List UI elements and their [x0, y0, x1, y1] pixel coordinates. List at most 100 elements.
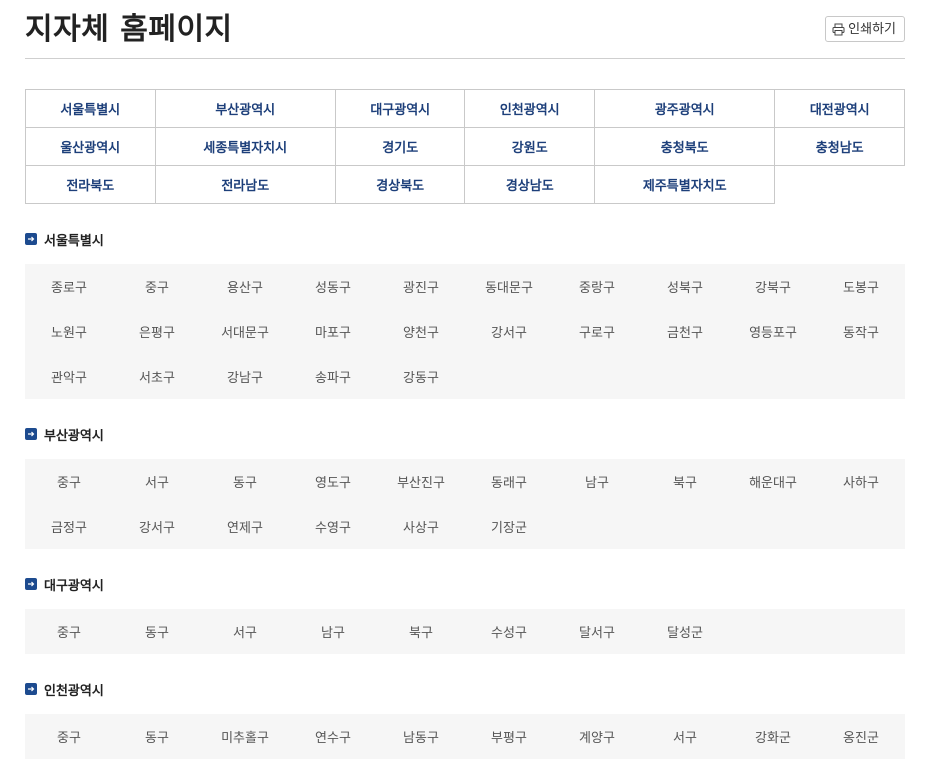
region-cell[interactable]: 세종특별자치시 — [154, 127, 336, 166]
district-link[interactable]: 용산구 — [201, 277, 289, 296]
district-link[interactable]: 강북구 — [729, 277, 817, 296]
district-link[interactable]: 금천구 — [641, 322, 729, 341]
district-link[interactable]: 동래구 — [465, 472, 553, 491]
region-cell[interactable]: 울산광역시 — [25, 127, 156, 166]
region-link-chungbuk[interactable]: 충청북도 — [661, 141, 709, 156]
region-link-chungnam[interactable]: 충청남도 — [816, 141, 864, 156]
region-link-jeonbuk[interactable]: 전라북도 — [66, 179, 114, 194]
district-link[interactable]: 영도구 — [289, 472, 377, 491]
district-link[interactable]: 금정구 — [25, 517, 113, 536]
district-link[interactable]: 사하구 — [817, 472, 905, 491]
district-link[interactable]: 영등포구 — [729, 322, 817, 341]
district-link[interactable]: 서구 — [201, 622, 289, 641]
region-cell[interactable]: 강원도 — [464, 127, 595, 166]
district-row: 종로구 중구 용산구 성동구 광진구 동대문구 중랑구 성북구 강북구 도봉구 — [25, 264, 905, 309]
district-link[interactable]: 관악구 — [25, 367, 113, 386]
region-cell[interactable]: 경기도 — [334, 127, 466, 166]
region-link-ulsan[interactable]: 울산광역시 — [60, 141, 120, 156]
district-link[interactable]: 수성구 — [465, 622, 553, 641]
region-cell[interactable]: 대전광역시 — [774, 89, 905, 128]
district-link[interactable]: 동작구 — [817, 322, 905, 341]
district-link[interactable]: 마포구 — [289, 322, 377, 341]
print-button[interactable]: 인쇄하기 — [825, 16, 905, 42]
district-link[interactable]: 해운대구 — [729, 472, 817, 491]
region-cell[interactable]: 광주광역시 — [593, 89, 776, 128]
district-link[interactable]: 북구 — [641, 472, 729, 491]
district-link[interactable]: 서대문구 — [201, 322, 289, 341]
region-cell[interactable]: 경상남도 — [464, 165, 595, 204]
district-link[interactable]: 수영구 — [289, 517, 377, 536]
district-link[interactable]: 동대문구 — [465, 277, 553, 296]
district-link[interactable]: 남동구 — [377, 727, 465, 746]
region-cell[interactable]: 대구광역시 — [334, 89, 466, 128]
district-link[interactable]: 미추홀구 — [201, 727, 289, 746]
district-row: 관악구 서초구 강남구 송파구 강동구 — [25, 354, 905, 399]
district-link[interactable]: 부산진구 — [377, 472, 465, 491]
district-box-busan: 중구 서구 동구 영도구 부산진구 동래구 남구 북구 해운대구 사하구 금정구… — [25, 459, 905, 549]
district-link[interactable]: 중구 — [25, 622, 113, 641]
region-link-seoul[interactable]: 서울특별시 — [60, 103, 120, 118]
region-cell[interactable]: 충청북도 — [593, 127, 776, 166]
region-cell[interactable]: 제주특별자치도 — [593, 165, 776, 204]
region-link-gyeonggi[interactable]: 경기도 — [382, 141, 418, 156]
district-link[interactable]: 성북구 — [641, 277, 729, 296]
district-link[interactable]: 부평구 — [465, 727, 553, 746]
region-cell[interactable]: 충청남도 — [774, 127, 905, 166]
district-link[interactable]: 남구 — [289, 622, 377, 641]
district-link[interactable]: 북구 — [377, 622, 465, 641]
region-link-gyeongbuk[interactable]: 경상북도 — [376, 179, 424, 194]
district-link[interactable]: 강남구 — [201, 367, 289, 386]
district-link[interactable]: 서초구 — [113, 367, 201, 386]
district-link[interactable]: 기장군 — [465, 517, 553, 536]
district-link[interactable]: 성동구 — [289, 277, 377, 296]
region-link-daejeon[interactable]: 대전광역시 — [810, 103, 870, 118]
region-cell[interactable]: 전라남도 — [154, 165, 336, 204]
region-link-jeonnam[interactable]: 전라남도 — [221, 179, 269, 194]
arrow-right-icon — [25, 683, 37, 695]
district-link[interactable]: 양천구 — [377, 322, 465, 341]
district-link[interactable]: 중구 — [25, 727, 113, 746]
district-link[interactable]: 달성군 — [641, 622, 729, 641]
region-cell[interactable]: 부산광역시 — [154, 89, 336, 128]
region-link-sejong[interactable]: 세종특별자치시 — [203, 141, 287, 156]
district-link[interactable]: 옹진군 — [817, 727, 905, 746]
region-link-gyeongnam[interactable]: 경상남도 — [506, 179, 554, 194]
district-link[interactable]: 중구 — [25, 472, 113, 491]
region-link-jeju[interactable]: 제주특별자치도 — [643, 179, 727, 194]
district-link[interactable]: 동구 — [201, 472, 289, 491]
district-link[interactable]: 은평구 — [113, 322, 201, 341]
district-link[interactable]: 강서구 — [465, 322, 553, 341]
district-link[interactable]: 서구 — [641, 727, 729, 746]
district-link[interactable]: 연수구 — [289, 727, 377, 746]
arrow-right-icon — [25, 428, 37, 440]
district-link[interactable]: 동구 — [113, 622, 201, 641]
region-link-gwangju[interactable]: 광주광역시 — [655, 103, 715, 118]
district-link[interactable]: 달서구 — [553, 622, 641, 641]
district-link[interactable]: 강동구 — [377, 367, 465, 386]
district-link[interactable]: 중랑구 — [553, 277, 641, 296]
region-cell[interactable]: 인천광역시 — [464, 89, 595, 128]
region-link-gangwon[interactable]: 강원도 — [512, 141, 548, 156]
region-cell[interactable]: 서울특별시 — [25, 89, 156, 128]
district-link[interactable]: 강화군 — [729, 727, 817, 746]
district-link[interactable]: 연제구 — [201, 517, 289, 536]
district-link[interactable]: 동구 — [113, 727, 201, 746]
district-link[interactable]: 강서구 — [113, 517, 201, 536]
district-link[interactable]: 송파구 — [289, 367, 377, 386]
region-cell[interactable]: 전라북도 — [25, 165, 156, 204]
region-row: 전라북도 전라남도 경상북도 경상남도 제주특별자치도 — [25, 165, 905, 204]
district-link[interactable]: 도봉구 — [817, 277, 905, 296]
district-link[interactable]: 노원구 — [25, 322, 113, 341]
region-link-daegu[interactable]: 대구광역시 — [370, 103, 430, 118]
district-link[interactable]: 서구 — [113, 472, 201, 491]
district-link[interactable]: 종로구 — [25, 277, 113, 296]
district-link[interactable]: 중구 — [113, 277, 201, 296]
region-cell[interactable]: 경상북도 — [334, 165, 466, 204]
district-link[interactable]: 계양구 — [553, 727, 641, 746]
region-link-busan[interactable]: 부산광역시 — [215, 103, 275, 118]
district-link[interactable]: 남구 — [553, 472, 641, 491]
region-link-incheon[interactable]: 인천광역시 — [500, 103, 560, 118]
district-link[interactable]: 구로구 — [553, 322, 641, 341]
district-link[interactable]: 사상구 — [377, 517, 465, 536]
district-link[interactable]: 광진구 — [377, 277, 465, 296]
